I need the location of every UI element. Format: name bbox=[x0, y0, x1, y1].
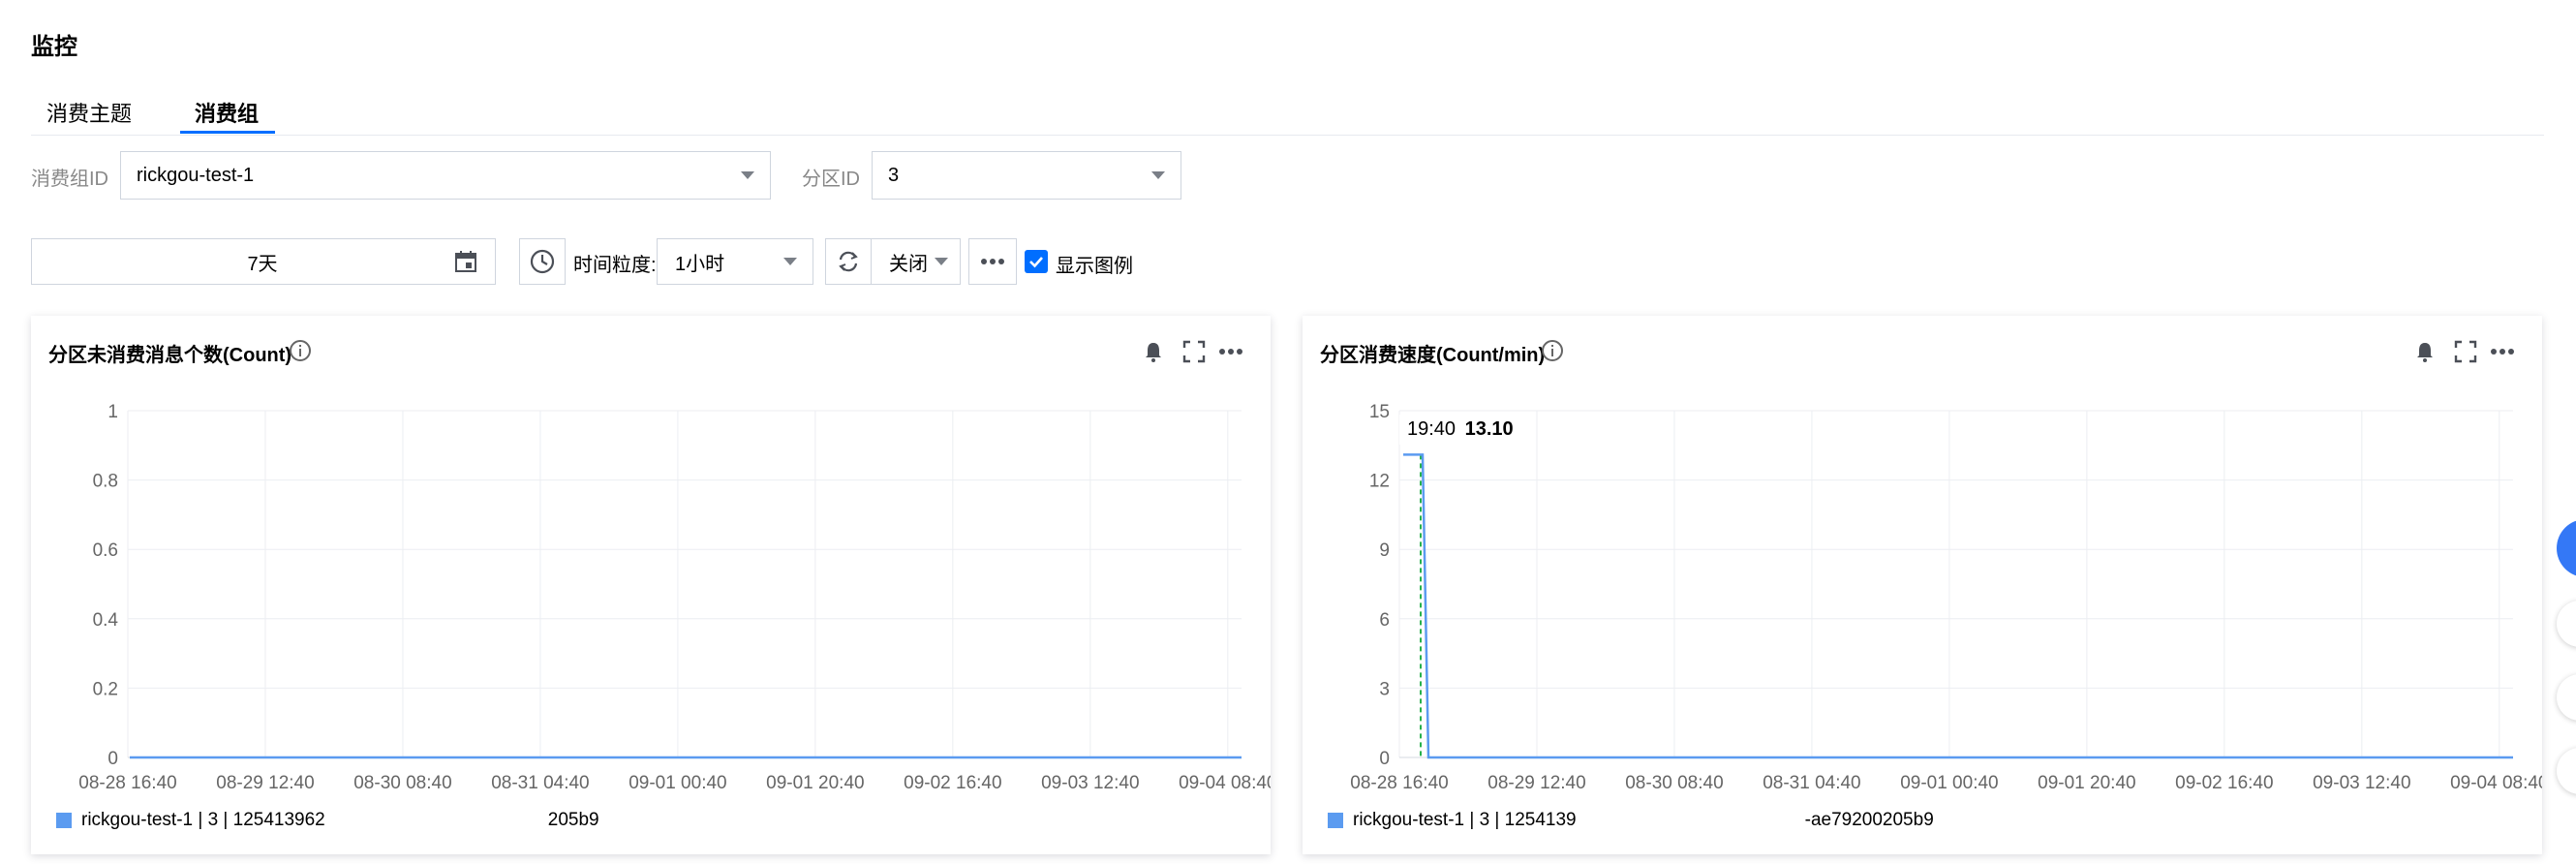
x-tick-label: 08-29 12:40 bbox=[216, 773, 314, 793]
y-tick-label: 0.2 bbox=[93, 679, 118, 699]
tooltip-time: 19:40 bbox=[1407, 418, 1457, 440]
chevron-down-icon bbox=[935, 258, 948, 265]
x-tick-label: 09-01 00:40 bbox=[1900, 773, 1998, 793]
floating-help-button[interactable] bbox=[2557, 519, 2576, 577]
legend-series-tail: -ae79200205b9 bbox=[1804, 810, 1934, 830]
floating-tool-button[interactable] bbox=[2557, 601, 2576, 647]
active-tab-indicator bbox=[180, 131, 275, 134]
y-tick-label: 0 bbox=[107, 749, 118, 769]
x-tick-label: 08-31 04:40 bbox=[1763, 773, 1860, 793]
tab-consume-topic[interactable]: 消费主题 bbox=[46, 97, 132, 128]
show-legend-label: 显示图例 bbox=[1056, 256, 1133, 277]
page-title: 监控 bbox=[31, 34, 77, 60]
time-range-picker[interactable]: 7天 bbox=[31, 238, 496, 285]
x-tick-label: 08-30 08:40 bbox=[1625, 773, 1723, 793]
legend-series-name: rickgou-test-1 | 3 | 125413​9 bbox=[1353, 810, 1577, 830]
legend-series-tail: 205b9 bbox=[547, 810, 599, 830]
x-tick-label: 08-28 16:40 bbox=[78, 773, 176, 793]
x-tick-label: 08-31 04:40 bbox=[491, 773, 589, 793]
y-tick-label: 0 bbox=[1379, 749, 1390, 769]
group-id-value: rickgou-test-1 bbox=[137, 164, 255, 186]
y-tick-label: 3 bbox=[1379, 679, 1390, 699]
granularity-select[interactable]: 1小时 bbox=[657, 238, 813, 285]
more-icon bbox=[981, 259, 1004, 264]
refresh-icon bbox=[839, 251, 858, 272]
tab-consume-group[interactable]: 消费组 bbox=[195, 97, 259, 128]
x-tick-label: 08-29 12:40 bbox=[1487, 773, 1585, 793]
more-options-button[interactable] bbox=[968, 238, 1017, 285]
refresh-button[interactable] bbox=[825, 238, 872, 285]
chart-legend[interactable]: rickgou-test-1 | 3 | 1254139​62 205b9 bbox=[56, 810, 599, 831]
y-tick-label: 15 bbox=[1369, 402, 1390, 422]
time-range-value: 7天 bbox=[247, 253, 278, 275]
y-tick-label: 0.4 bbox=[93, 610, 119, 631]
show-legend-checkbox[interactable] bbox=[1025, 250, 1048, 273]
x-tick-label: 09-02 16:40 bbox=[2175, 773, 2273, 793]
y-tick-label: 0.6 bbox=[93, 540, 118, 561]
legend-swatch bbox=[56, 813, 72, 828]
partition-id-value: 3 bbox=[888, 164, 900, 186]
x-tick-label: 09-04 08:40 bbox=[2450, 773, 2542, 793]
granularity-value: 1小时 bbox=[675, 253, 725, 275]
x-tick-label: 09-01 20:40 bbox=[766, 773, 864, 793]
clock-button[interactable] bbox=[519, 238, 566, 285]
x-tick-label: 08-28 16:40 bbox=[1350, 773, 1448, 793]
x-tick-label: 09-02 16:40 bbox=[904, 773, 1001, 793]
x-tick-label: 09-01 00:40 bbox=[629, 773, 726, 793]
calendar-icon[interactable] bbox=[454, 250, 477, 273]
chevron-down-icon bbox=[783, 258, 797, 265]
clock-icon bbox=[530, 249, 555, 274]
tab-divider bbox=[31, 135, 2544, 136]
checkmark-icon bbox=[1029, 257, 1043, 268]
x-tick-label: 09-03 12:40 bbox=[2313, 773, 2410, 793]
floating-tool-button[interactable] bbox=[2557, 748, 2576, 794]
y-tick-label: 6 bbox=[1379, 610, 1390, 631]
group-id-label: 消费组ID bbox=[31, 169, 108, 190]
auto-refresh-select[interactable]: 关闭 bbox=[871, 238, 961, 285]
chevron-down-icon bbox=[1151, 171, 1165, 179]
partition-id-label: 分区ID bbox=[802, 169, 860, 190]
chart-tooltip: 19:40 13.10 bbox=[1399, 415, 1521, 445]
legend-swatch bbox=[1328, 813, 1343, 828]
y-tick-label: 1 bbox=[107, 402, 118, 422]
chart-legend[interactable]: rickgou-test-1 | 3 | 125413​9 -ae7920020… bbox=[1328, 810, 1934, 831]
chart-panel-unconsumed-messages: 分区未消费消息个数(Count) 1 0.8 0.6 0.4 0.2 0 08-28 16:… bbox=[31, 316, 1271, 854]
auto-refresh-value: 关闭 bbox=[889, 253, 928, 275]
x-tick-label: 09-03 12:40 bbox=[1041, 773, 1139, 793]
line-chart: 15 12 9 6 3 0 08-28 16:40 08-29 12:40 08-30 08:4… bbox=[1350, 402, 2542, 793]
partition-id-select[interactable]: 3 bbox=[872, 151, 1181, 200]
chevron-down-icon bbox=[741, 171, 754, 179]
series-line bbox=[1403, 453, 2513, 759]
legend-series-name: rickgou-test-1 | 3 | 1254139​62 bbox=[81, 810, 325, 830]
y-tick-label: 0.8 bbox=[93, 472, 118, 492]
x-tick-label: 09-04 08:40 bbox=[1179, 773, 1271, 793]
group-id-select[interactable]: rickgou-test-1 bbox=[120, 151, 771, 200]
line-chart: 1 0.8 0.6 0.4 0.2 0 08-28 16:40 08-29 12:40 08-3… bbox=[78, 402, 1271, 793]
x-tick-label: 08-30 08:40 bbox=[353, 773, 451, 793]
floating-tool-button[interactable] bbox=[2557, 674, 2576, 721]
chart-panel-consume-speed: 分区消费速度(Count/min) 15 12 9 6 3 0 08-28 16:40 08-… bbox=[1303, 316, 2542, 854]
tooltip-value: 13.10 bbox=[1464, 418, 1514, 440]
y-tick-label: 12 bbox=[1369, 472, 1390, 492]
granularity-label: 时间粒度: bbox=[573, 255, 657, 276]
y-tick-label: 9 bbox=[1379, 540, 1390, 561]
x-tick-label: 09-01 20:40 bbox=[2038, 773, 2135, 793]
